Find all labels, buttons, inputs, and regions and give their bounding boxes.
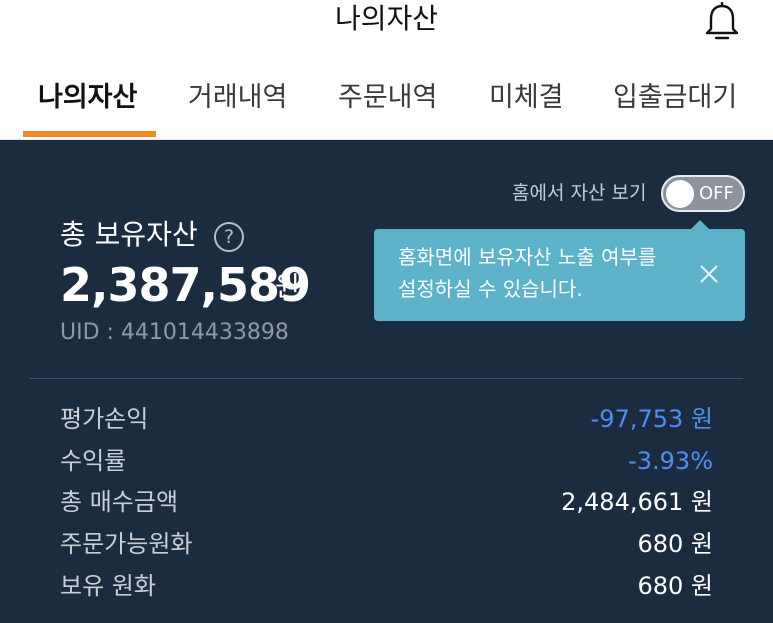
- tab-deposit-withdraw-pending[interactable]: 입출금대기: [613, 80, 737, 116]
- tooltip-line-1: 홈화면에 보유자산 노출 여부를: [398, 245, 657, 269]
- tab-order-history[interactable]: 주문내역: [338, 80, 437, 116]
- app-header: 나의자산: [0, 0, 773, 44]
- page-title: 나의자산: [334, 2, 439, 35]
- held-krw-label: 보유 원화: [60, 572, 156, 600]
- profit-loss-value: -97,753 원: [590, 405, 713, 433]
- bell-icon[interactable]: [703, 2, 741, 42]
- orderable-krw-value: 680 원: [637, 530, 713, 558]
- total-purchase-label: 총 매수금액: [60, 488, 179, 516]
- total-purchase-value: 2,484,661 원: [561, 488, 713, 516]
- home-toggle-tooltip: 홈화면에 보유자산 노출 여부를 설정하실 수 있습니다.: [374, 229, 745, 321]
- total-assets-value: 2,387,589: [60, 258, 311, 312]
- help-circle-icon[interactable]: ?: [214, 222, 244, 252]
- return-rate-value: -3.93%: [628, 447, 713, 475]
- held-krw-value: 680 원: [637, 572, 713, 600]
- profit-loss-label: 평가손익: [60, 405, 149, 433]
- total-assets-label: 총 보유자산: [60, 218, 198, 251]
- total-assets-unit: 원: [275, 272, 300, 303]
- home-toggle-label: 홈에서 자산 보기: [512, 182, 647, 204]
- return-rate-label: 수익률: [60, 447, 127, 475]
- tab-bar: 나의자산 거래내역 주문내역 미체결 입출금대기: [0, 70, 773, 140]
- toggle-knob: [666, 180, 694, 208]
- home-asset-toggle[interactable]: OFF: [661, 175, 745, 212]
- tab-my-assets[interactable]: 나의자산: [38, 80, 137, 116]
- active-tab-indicator: [23, 131, 156, 137]
- toggle-state-text: OFF: [699, 183, 734, 204]
- orderable-krw-label: 주문가능원화: [60, 530, 193, 558]
- close-icon[interactable]: [698, 263, 720, 285]
- tab-trade-history[interactable]: 거래내역: [188, 80, 287, 116]
- tab-unfilled[interactable]: 미체결: [489, 80, 564, 116]
- user-id: UID : 441014433898: [60, 320, 289, 345]
- section-divider: [30, 378, 743, 379]
- tooltip-line-2: 설정하실 수 있습니다.: [398, 277, 583, 301]
